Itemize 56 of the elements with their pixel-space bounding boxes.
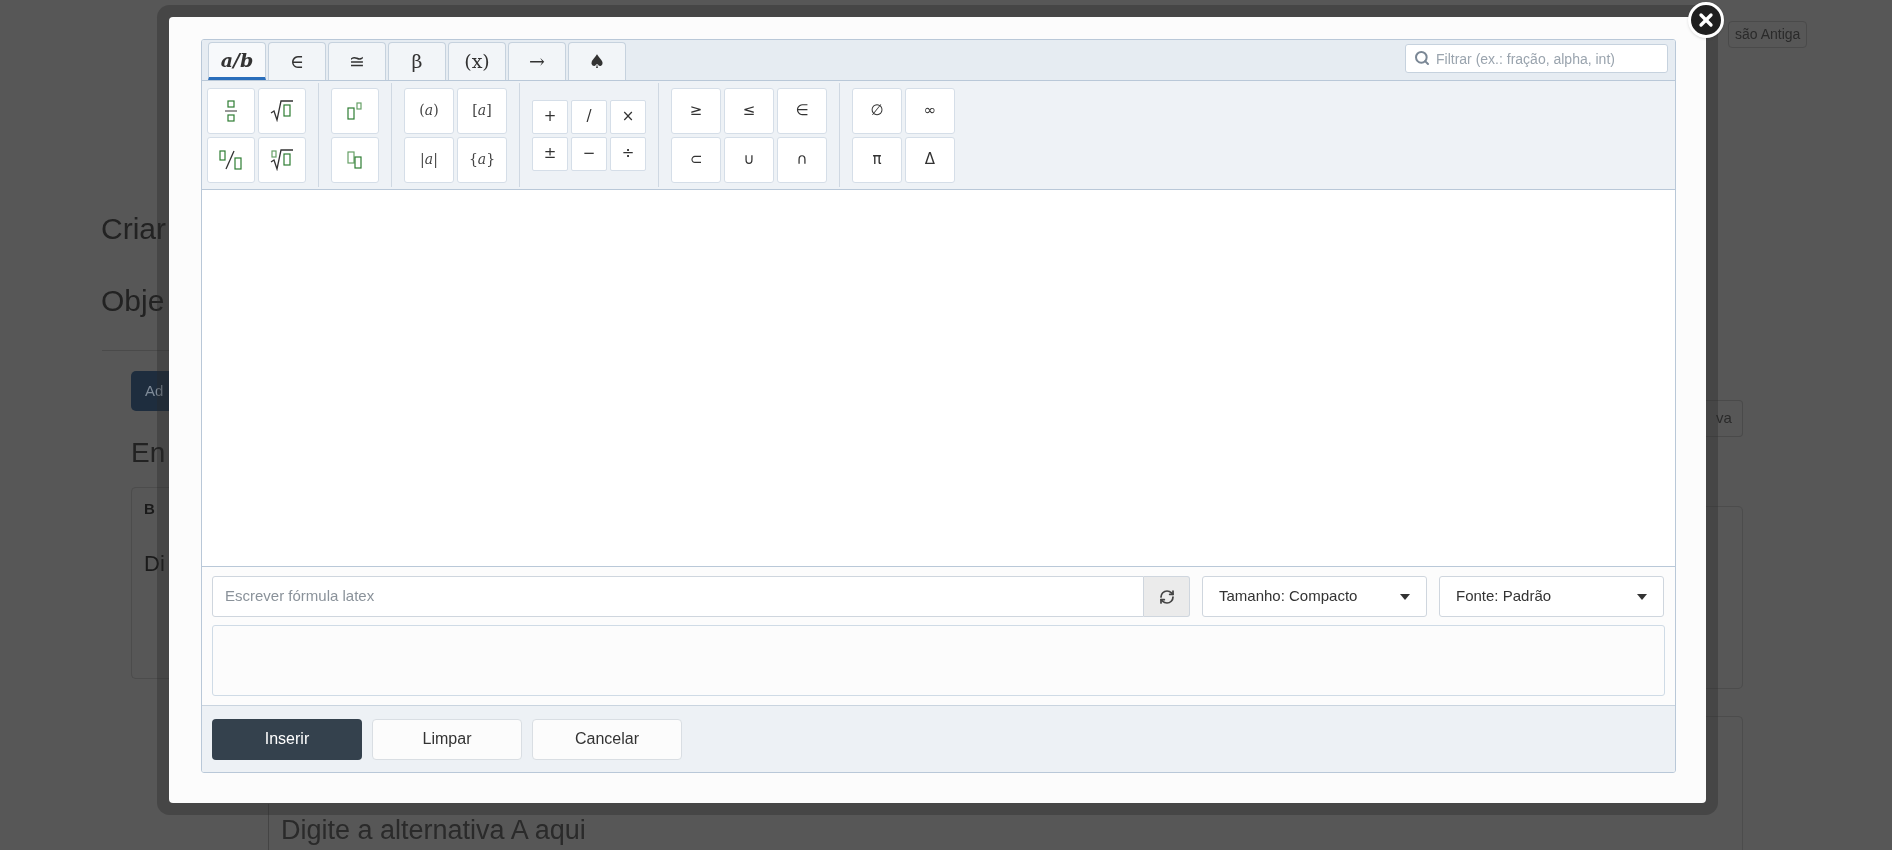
symbol-button[interactable]: ×: [610, 99, 646, 134]
symbol-button[interactable]: ∈: [777, 87, 827, 134]
symbol-tab[interactable]: β: [388, 42, 446, 80]
symbol-button[interactable]: ≤: [724, 87, 774, 134]
symbol-tab[interactable]: ≅: [328, 42, 386, 80]
square-root-icon: [270, 99, 294, 122]
symbol-button[interactable]: ∞: [905, 87, 955, 134]
symbol-button[interactable]: ≥: [671, 87, 721, 134]
latex-input[interactable]: Escrever fórmula latex: [212, 576, 1144, 617]
search-icon: [1414, 50, 1430, 66]
slash-fraction-icon: [219, 148, 243, 171]
close-icon: [1696, 10, 1716, 30]
dialog-button[interactable]: Cancelar: [532, 718, 682, 760]
card-text: Di: [144, 549, 165, 578]
symbol-tab[interactable]: ♠: [568, 42, 626, 80]
subscript-icon: [347, 150, 363, 169]
card-label: B: [144, 499, 155, 519]
caret-icon: [1400, 593, 1410, 600]
close-button[interactable]: [1688, 2, 1724, 38]
fraction-icon: [224, 99, 238, 122]
symbol-tab[interactable]: a/b: [208, 42, 266, 80]
formula-button[interactable]: [207, 87, 255, 134]
superscript-icon: [347, 101, 363, 120]
nth-root-icon: [270, 148, 294, 171]
formula-button[interactable]: [331, 87, 379, 134]
symbol-button[interactable]: |a|: [404, 136, 454, 183]
dropdown-select[interactable]: Tamanho: Compacto: [1202, 576, 1427, 617]
caret-icon: [1637, 593, 1647, 600]
symbol-button[interactable]: [a]: [457, 87, 507, 134]
symbol-button[interactable]: π: [852, 136, 902, 183]
formula-button[interactable]: [207, 136, 255, 183]
symbol-button[interactable]: ∪: [724, 136, 774, 183]
dialog-button[interactable]: Inserir: [212, 718, 362, 760]
formula-button[interactable]: [331, 136, 379, 183]
symbol-tab[interactable]: ∈: [268, 42, 326, 80]
dropdown-select[interactable]: Fonte: Padrão: [1439, 576, 1664, 617]
symbol-button[interactable]: ⊂: [671, 136, 721, 183]
formula-button[interactable]: [258, 136, 306, 183]
symbol-tab[interactable]: (x): [448, 42, 506, 80]
symbol-button[interactable]: ±: [532, 136, 568, 171]
symbol-button[interactable]: Δ: [905, 136, 955, 183]
symbol-button[interactable]: −: [571, 136, 607, 171]
filter-field[interactable]: Filtrar (ex.: fração, alpha, int): [1405, 44, 1668, 73]
symbol-button[interactable]: ∩: [777, 136, 827, 183]
refresh-button[interactable]: [1144, 576, 1190, 617]
refresh-icon: [1158, 588, 1175, 605]
symbol-button[interactable]: /: [571, 99, 607, 134]
formula-button[interactable]: [258, 87, 306, 134]
symbol-tab[interactable]: →: [508, 42, 566, 80]
symbol-button[interactable]: (a): [404, 87, 454, 134]
symbol-button[interactable]: ÷: [610, 136, 646, 171]
dialog-button[interactable]: Limpar: [372, 718, 522, 760]
symbol-button[interactable]: {a}: [457, 136, 507, 183]
symbol-button[interactable]: +: [532, 99, 568, 134]
add-button[interactable]: Ad: [131, 371, 169, 411]
symbol-button[interactable]: ∅: [852, 87, 902, 134]
